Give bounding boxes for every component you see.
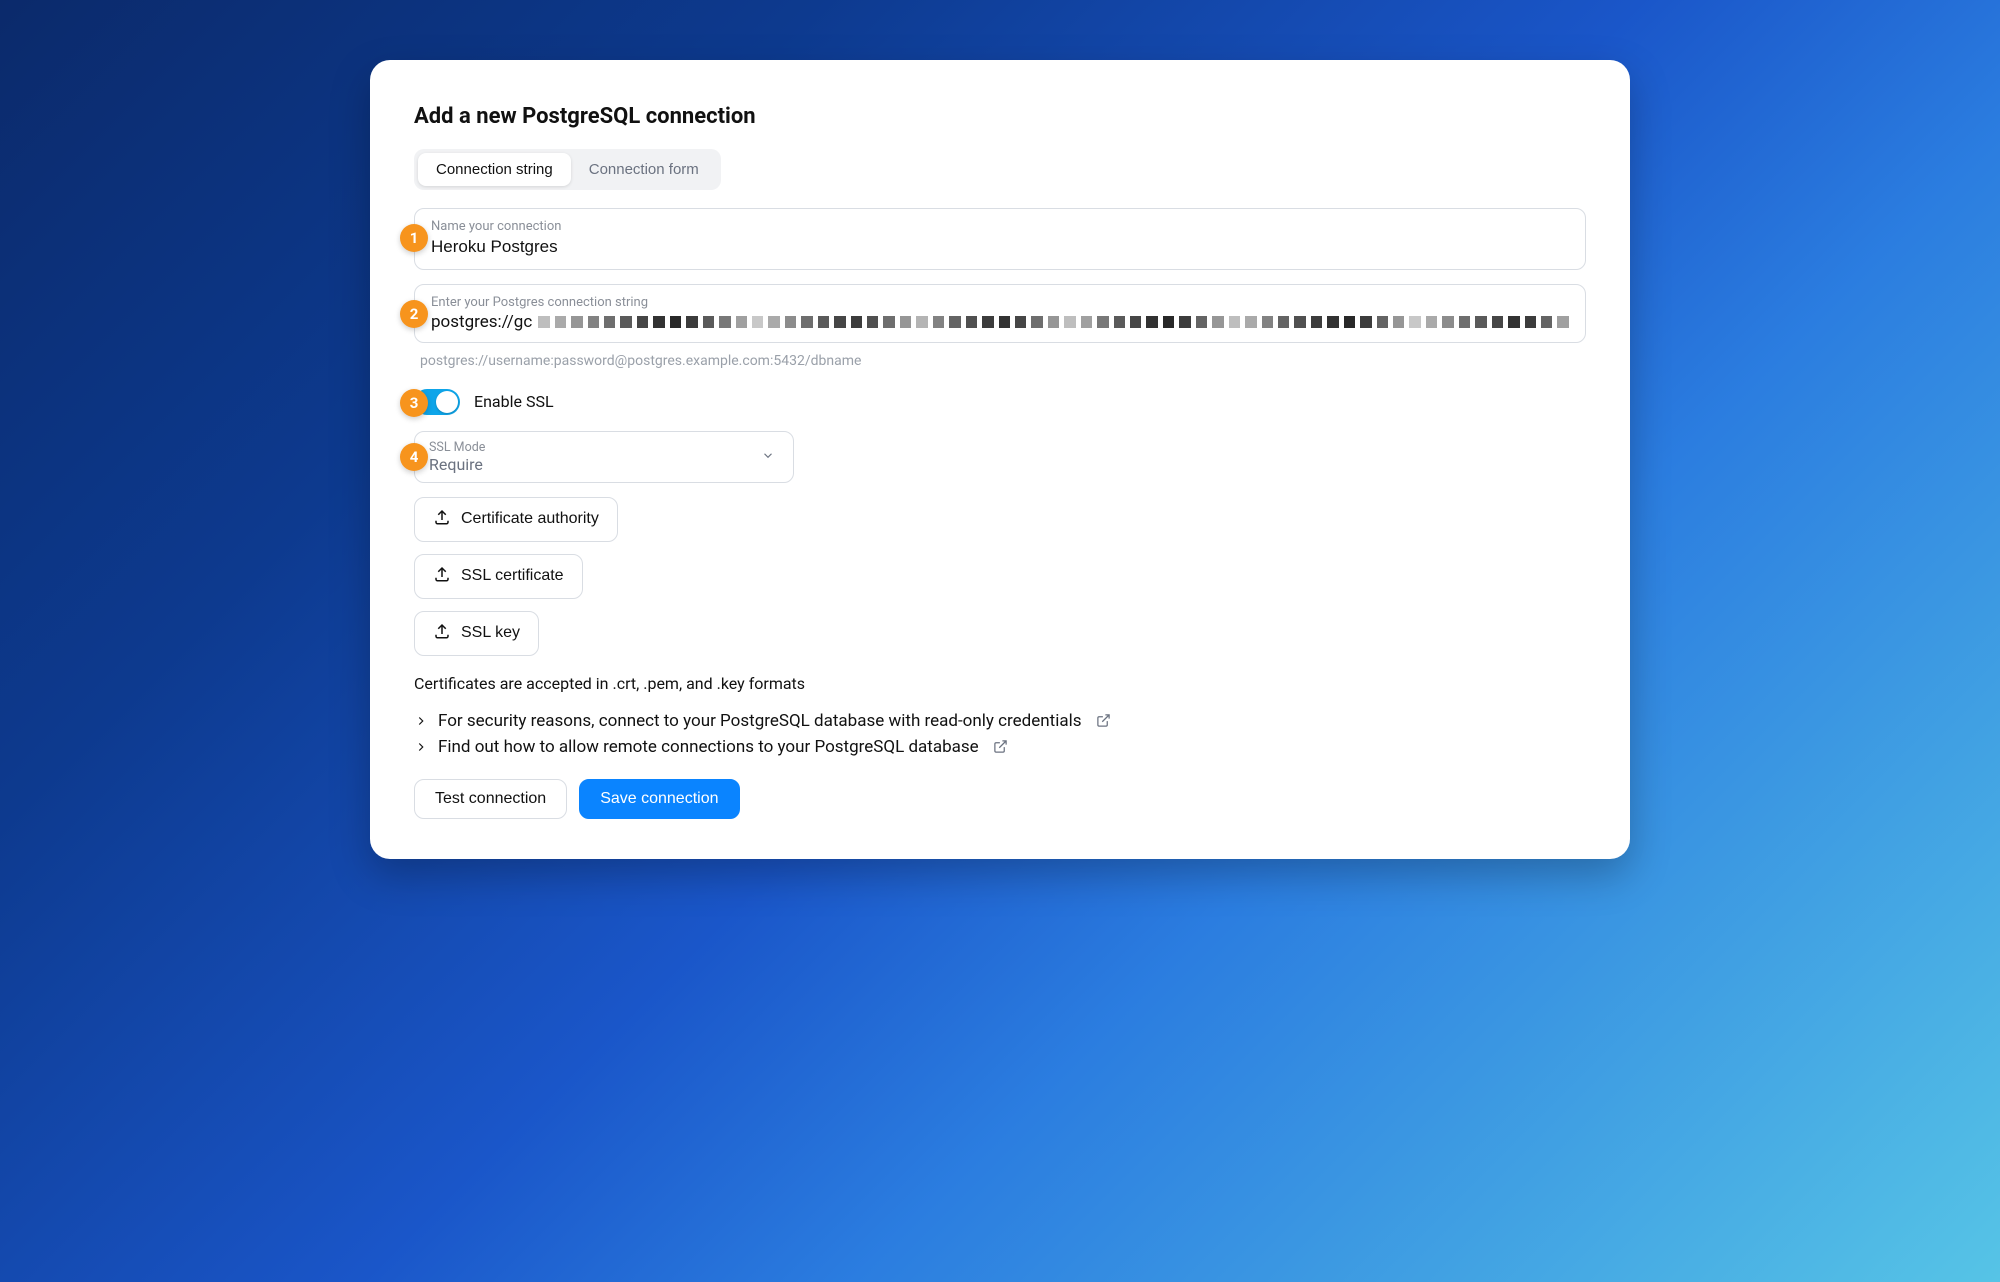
readonly-credentials-link[interactable]: For security reasons, connect to your Po…: [414, 711, 1586, 731]
certificate-authority-label: Certificate authority: [461, 510, 599, 528]
save-connection-button[interactable]: Save connection: [579, 779, 739, 819]
ssl-mode-select[interactable]: SSL Mode Require: [414, 431, 794, 483]
chevron-right-icon: [414, 740, 428, 754]
enable-ssl-label: Enable SSL: [474, 392, 554, 411]
connection-string-field[interactable]: Enter your Postgres connection string po…: [414, 284, 1586, 343]
external-link-icon: [993, 739, 1008, 754]
name-field[interactable]: Name your connection: [414, 208, 1586, 270]
name-field-label: Name your connection: [431, 219, 1569, 234]
ssl-certificate-button[interactable]: SSL certificate: [414, 554, 583, 599]
tab-connection-form[interactable]: Connection form: [571, 153, 717, 186]
tab-connection-string[interactable]: Connection string: [418, 153, 571, 186]
callout-1: 1: [400, 224, 428, 252]
upload-icon: [433, 565, 451, 588]
ssl-key-label: SSL key: [461, 624, 520, 642]
name-input[interactable]: [431, 236, 1569, 259]
action-row: Test connection Save connection: [414, 779, 1586, 819]
remote-connections-link[interactable]: Find out how to allow remote connections…: [414, 737, 1586, 757]
upload-icon: [433, 508, 451, 531]
callout-4: 4: [400, 443, 428, 471]
ssl-mode-value: Require: [429, 455, 741, 474]
chevron-right-icon: [414, 714, 428, 728]
callout-3: 3: [400, 389, 428, 417]
connection-string-prefix: postgres://gc: [431, 312, 532, 332]
connection-panel: Add a new PostgreSQL connection Connecti…: [370, 60, 1630, 859]
external-link-icon: [1096, 713, 1111, 728]
chevron-down-icon: [761, 447, 775, 466]
test-connection-button[interactable]: Test connection: [414, 779, 567, 819]
connection-string-redacted: [538, 316, 1569, 328]
readonly-credentials-text: For security reasons, connect to your Po…: [438, 711, 1082, 731]
connection-string-label: Enter your Postgres connection string: [431, 295, 1569, 310]
callout-2: 2: [400, 300, 428, 328]
toggle-knob: [436, 391, 458, 413]
remote-connections-text: Find out how to allow remote connections…: [438, 737, 979, 757]
tabs: Connection string Connection form: [414, 149, 721, 190]
certificate-authority-button[interactable]: Certificate authority: [414, 497, 618, 542]
certificate-format-note: Certificates are accepted in .crt, .pem,…: [414, 674, 1586, 693]
ssl-mode-label: SSL Mode: [429, 440, 741, 455]
upload-icon: [433, 622, 451, 645]
page-title: Add a new PostgreSQL connection: [414, 104, 1586, 129]
connection-string-hint: postgres://username:password@postgres.ex…: [420, 353, 1584, 369]
ssl-key-button[interactable]: SSL key: [414, 611, 539, 656]
ssl-certificate-label: SSL certificate: [461, 567, 564, 585]
